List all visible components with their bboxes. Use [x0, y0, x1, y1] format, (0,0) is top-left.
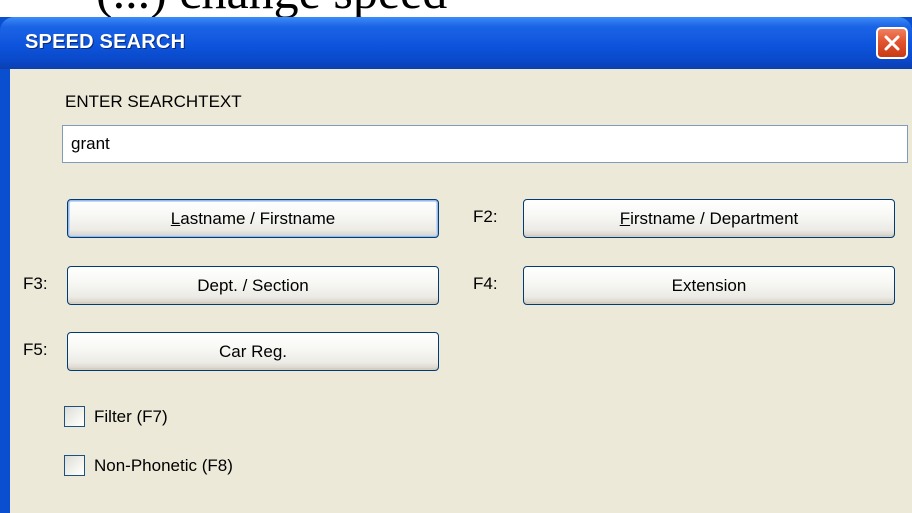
lastname-button-label: astname / Firstname	[180, 209, 336, 228]
f5-key-label: F5:	[23, 340, 48, 359]
f3-key-label: F3:	[23, 274, 48, 293]
window-title: SPEED SEARCH	[25, 31, 186, 53]
firstname-mnemonic: F	[619, 209, 631, 228]
car-reg-button[interactable]: Car Reg.	[67, 332, 439, 371]
speed-search-window: SPEED SEARCH ENTER SEARCHTEXT Lastname /…	[0, 17, 912, 513]
title-bar[interactable]: SPEED SEARCH	[0, 17, 912, 69]
extension-button[interactable]: Extension	[523, 266, 895, 305]
f4-key-label: F4:	[473, 274, 498, 293]
lastname-mnemonic: L	[170, 209, 181, 228]
close-button[interactable]	[876, 27, 908, 59]
search-label: ENTER SEARCHTEXT	[65, 92, 242, 111]
dept-section-button[interactable]: Dept. / Section	[67, 266, 439, 305]
background-caption: (...) change speed	[96, 0, 447, 16]
lastname-firstname-button[interactable]: Lastname / Firstname	[67, 199, 439, 238]
filter-checkbox[interactable]	[64, 406, 85, 427]
search-input[interactable]	[62, 125, 908, 163]
firstname-button-label: irstname / Department	[630, 209, 799, 228]
dialog-body: ENTER SEARCHTEXT Lastname / Firstname F2…	[10, 69, 912, 513]
close-icon	[884, 35, 900, 51]
non-phonetic-checkbox[interactable]	[64, 455, 85, 476]
filter-label: Filter (F7)	[94, 407, 168, 426]
non-phonetic-label: Non-Phonetic (F8)	[94, 456, 233, 475]
f2-key-label: F2:	[473, 207, 498, 226]
firstname-department-button[interactable]: Firstname / Department	[523, 199, 895, 238]
